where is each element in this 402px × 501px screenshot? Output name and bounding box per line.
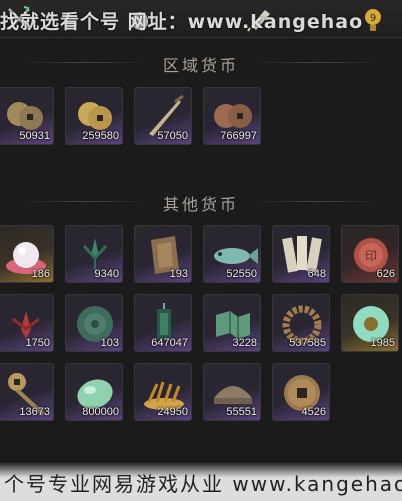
item-quantity: 259580 [82, 130, 119, 142]
currency-item[interactable]: 537585 [272, 294, 330, 352]
currency-item[interactable]: 55551 [203, 363, 261, 421]
currency-item[interactable]: 50931 [0, 87, 54, 145]
item-quantity: 13673 [19, 406, 50, 418]
top-watermark: 找就选看个号 网址：www.kangehao [0, 11, 364, 33]
item-quantity: 766997 [220, 130, 257, 142]
item-quantity: 103 [100, 337, 119, 349]
item-quantity: 4526 [301, 406, 326, 418]
currency-item[interactable]: 1750 [0, 294, 54, 352]
currency-item[interactable]: 800000 [65, 363, 123, 421]
currency-item[interactable]: 57050 [134, 87, 192, 145]
other-currency-title: 其他货币 [162, 195, 239, 214]
item-quantity: 50931 [19, 130, 50, 142]
currency-item[interactable]: 648 [272, 225, 330, 283]
currency-item[interactable]: 766997 [203, 87, 261, 145]
item-quantity: 57050 [157, 130, 188, 142]
item-quantity: 3228 [232, 337, 257, 349]
bottom-watermark: 个号专业网易游戏从业 www.kangehao [0, 462, 402, 501]
item-quantity: 1750 [25, 337, 50, 349]
currency-item[interactable]: 647047 [134, 294, 192, 352]
item-quantity: 24950 [157, 406, 188, 418]
top-bar: 9 找就选看个号 网址：www.kangehao [0, 0, 402, 38]
regional-currency-title: 区域货币 [162, 56, 239, 75]
currency-item[interactable]: 1985 [341, 294, 399, 352]
currency-item[interactable]: 24950 [134, 363, 192, 421]
currency-item[interactable]: 52550 [203, 225, 261, 283]
currency-item[interactable]: 印 626 [341, 225, 399, 283]
svg-text:印: 印 [365, 249, 377, 263]
currency-item[interactable]: 193 [134, 225, 192, 283]
currency-item[interactable]: 259580 [65, 87, 123, 145]
bottom-watermark-text: 个号专业网易游戏从业 www.kangehao [4, 472, 402, 496]
item-quantity: 9340 [94, 268, 119, 280]
item-quantity: 647047 [151, 337, 188, 349]
item-quantity: 648 [307, 268, 326, 280]
currency-item[interactable]: 4526 [272, 363, 330, 421]
currency-item[interactable]: 13673 [0, 363, 54, 421]
item-quantity: 193 [169, 268, 188, 280]
item-quantity: 1985 [370, 337, 395, 349]
item-quantity: 55551 [226, 406, 257, 418]
currency-item[interactable]: 3228 [203, 294, 261, 352]
item-quantity: 626 [376, 268, 395, 280]
item-quantity: 800000 [82, 406, 119, 418]
currency-item[interactable]: 103 [65, 294, 123, 352]
item-quantity: 186 [31, 268, 50, 280]
item-quantity: 537585 [289, 337, 326, 349]
currency-item[interactable]: 186 [0, 225, 54, 283]
item-quantity: 52550 [226, 268, 257, 280]
currency-item[interactable]: 9340 [65, 225, 123, 283]
